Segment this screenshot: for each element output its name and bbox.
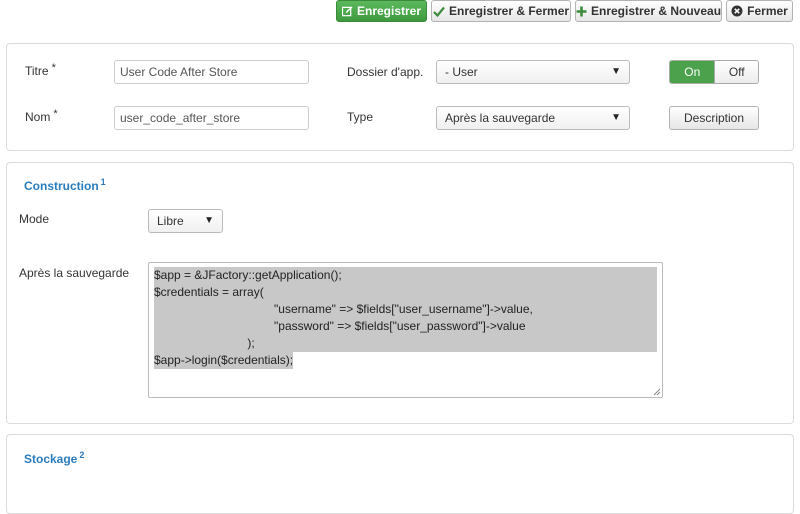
save-new-button-label: Enregistrer & Nouveau <box>590 4 722 18</box>
title-label: Titre * <box>25 62 56 78</box>
code-line: "username" => $fields["user_username"]->… <box>154 301 657 318</box>
close-button[interactable]: Fermer <box>726 0 793 22</box>
storage-panel <box>6 434 794 514</box>
name-input[interactable] <box>114 106 309 130</box>
edit-icon <box>341 5 353 17</box>
required-marker: * <box>51 62 56 74</box>
type-label: Type <box>347 110 374 124</box>
caret-down-icon: ▼ <box>204 215 214 226</box>
storage-title: Stockage 2 <box>24 450 85 466</box>
close-button-label: Fermer <box>747 4 788 18</box>
required-marker: * <box>53 108 58 120</box>
construction-title: Construction 1 <box>24 177 106 193</box>
save-close-button-label: Enregistrer & Fermer <box>448 4 570 18</box>
save-close-button[interactable]: Enregistrer & Fermer <box>431 0 571 22</box>
mode-select-value: Libre <box>157 214 184 228</box>
type-select[interactable]: Après la sauvegarde ▼ <box>436 106 630 130</box>
code-line: $app->login($credentials); <box>154 352 294 369</box>
code-line: ); <box>154 335 657 352</box>
publish-toggle: On Off <box>669 60 759 84</box>
description-button[interactable]: Description <box>669 106 759 130</box>
save-button[interactable]: Enregistrer <box>336 0 427 22</box>
title-input[interactable] <box>114 60 309 84</box>
caret-down-icon: ▼ <box>611 112 621 123</box>
caret-down-icon: ▼ <box>611 66 621 77</box>
toggle-off-button[interactable]: Off <box>714 61 758 83</box>
code-line: $credentials = array( <box>154 284 657 301</box>
type-select-value: Après la sauvegarde <box>445 111 556 125</box>
resize-grip-icon[interactable] <box>652 387 661 396</box>
folder-select[interactable]: - User ▼ <box>436 60 630 84</box>
close-icon <box>731 5 743 17</box>
name-label: Nom * <box>25 108 58 124</box>
folder-select-value: - User <box>445 65 478 79</box>
folder-label: Dossier d'app. <box>347 65 424 79</box>
check-icon <box>433 5 445 17</box>
mode-select[interactable]: Libre ▼ <box>148 209 223 233</box>
save-button-label: Enregistrer <box>356 4 422 18</box>
mode-label: Mode <box>19 212 50 226</box>
footnote-marker: 1 <box>100 177 106 187</box>
after-save-label: Après la sauvegarde <box>19 266 130 280</box>
code-line: "password" => $fields["user_password"]->… <box>154 318 657 335</box>
plus-icon <box>576 5 587 17</box>
footnote-marker: 2 <box>79 450 85 460</box>
code-line: $app = &JFactory::getApplication(); <box>154 267 657 284</box>
after-save-code-editor[interactable]: $app = &JFactory::getApplication(); $cre… <box>148 262 663 398</box>
toggle-on-button[interactable]: On <box>670 61 715 83</box>
save-new-button[interactable]: Enregistrer & Nouveau <box>575 0 722 22</box>
